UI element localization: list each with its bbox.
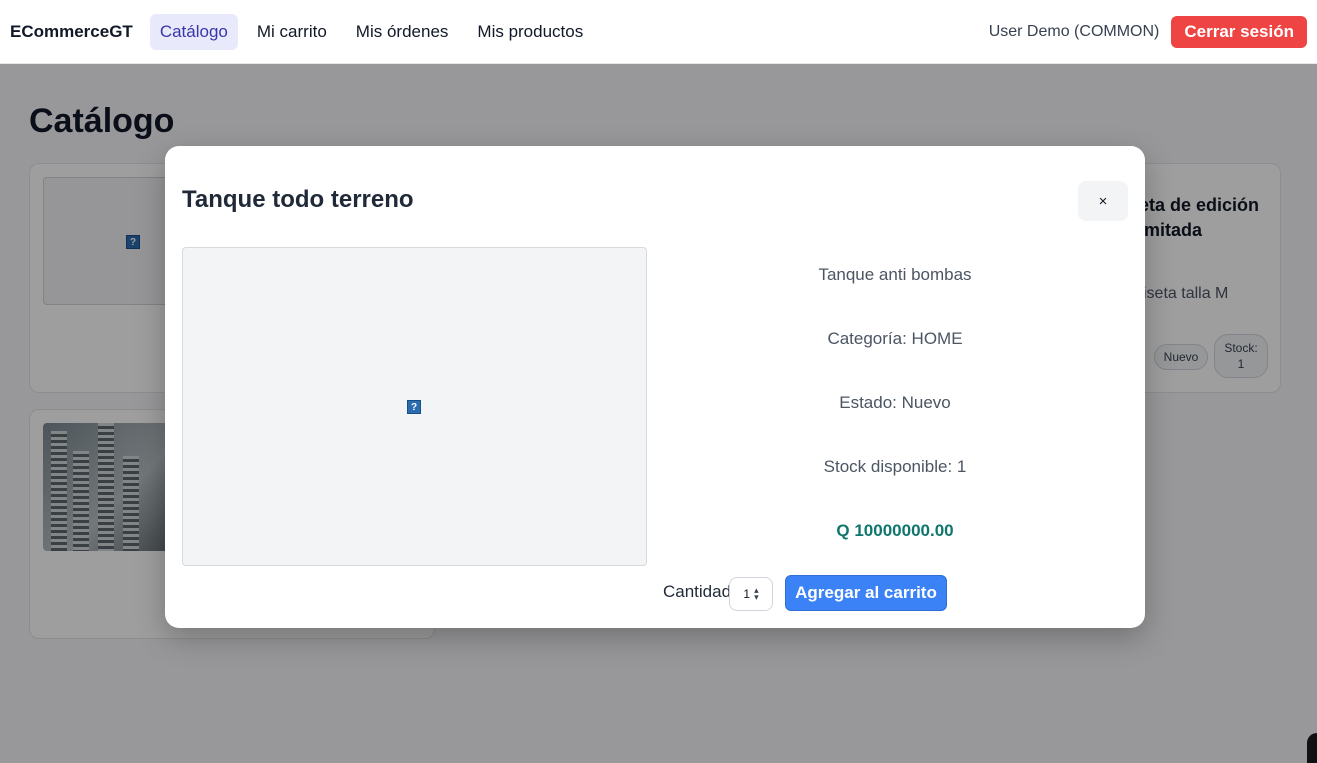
quantity-stepper[interactable]: 1 ▴ ▾ bbox=[729, 577, 773, 611]
logout-button[interactable]: Cerrar sesión bbox=[1171, 15, 1307, 48]
user-label: User Demo (COMMON) bbox=[988, 22, 1160, 40]
nav-link-mis-productos[interactable]: Mis productos bbox=[467, 14, 593, 50]
nav-link-catalogo[interactable]: Catálogo bbox=[149, 13, 238, 50]
window-corner bbox=[1307, 733, 1317, 763]
top-navbar: ECommerceGT Catálogo Mi carrito Mis órde… bbox=[0, 0, 1317, 64]
quantity-label: Cantidad bbox=[663, 582, 732, 601]
product-price: Q 10000000.00 bbox=[836, 521, 954, 540]
nav-link-mis-ordenes[interactable]: Mis órdenes bbox=[346, 14, 459, 50]
product-category: Categoría: HOME bbox=[827, 329, 963, 348]
modal-title: Tanque todo terreno bbox=[182, 186, 414, 213]
stepper-arrows-icon[interactable]: ▴ ▾ bbox=[754, 586, 759, 602]
quantity-value: 1 bbox=[743, 587, 751, 601]
close-button[interactable]: × bbox=[1078, 181, 1128, 221]
product-stock: Stock disponible: 1 bbox=[823, 457, 967, 476]
broken-image-icon: ? bbox=[407, 400, 421, 414]
product-state: Estado: Nuevo bbox=[839, 393, 951, 412]
product-description: Tanque anti bombas bbox=[818, 265, 972, 284]
brand-logo[interactable]: ECommerceGT bbox=[10, 22, 133, 42]
product-image-broken: ? bbox=[182, 247, 647, 566]
product-detail-modal: Tanque todo terreno × ? Tanque anti bomb… bbox=[165, 146, 1145, 628]
add-to-cart-button[interactable]: Agregar al carrito bbox=[785, 575, 947, 611]
nav-link-mi-carrito[interactable]: Mi carrito bbox=[247, 14, 337, 50]
